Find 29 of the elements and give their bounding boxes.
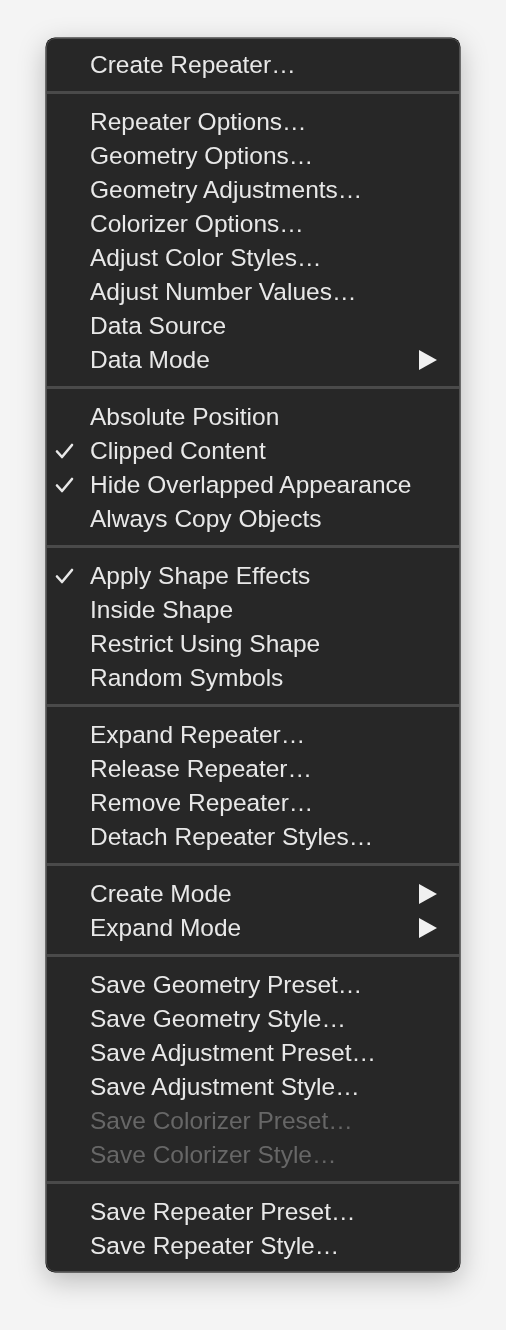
menu-item[interactable]: Geometry Adjustments… [47,173,459,207]
menu-item[interactable]: Absolute Position [47,400,459,434]
menu-item[interactable]: Create Mode [47,877,459,911]
menu-item[interactable]: Colorizer Options… [47,207,459,241]
menu-item[interactable]: Expand Repeater… [47,718,459,752]
menu-item[interactable]: Restrict Using Shape [47,627,459,661]
menu-item[interactable]: Apply Shape Effects [47,559,459,593]
menu-item[interactable]: Hide Overlapped Appearance [47,468,459,502]
menu-item[interactable]: Save Repeater Style… [47,1229,459,1263]
menu-item[interactable]: Data Mode [47,343,459,377]
menu-item[interactable]: Random Symbols [47,661,459,695]
menu-item[interactable]: Adjust Number Values… [47,275,459,309]
menu-item[interactable]: Release Repeater… [47,752,459,786]
menu-item[interactable]: Always Copy Objects [47,502,459,536]
menu-item[interactable]: Remove Repeater… [47,786,459,820]
menu-item[interactable]: Detach Repeater Styles… [47,820,459,854]
menu-item[interactable]: Inside Shape [47,593,459,627]
menu-item[interactable]: Save Geometry Preset… [47,968,459,1002]
menu-item[interactable]: Repeater Options… [47,105,459,139]
menu-item[interactable]: Geometry Options… [47,139,459,173]
menu-item[interactable]: Save Repeater Preset… [47,1195,459,1229]
menu-item[interactable]: Save Adjustment Style… [47,1070,459,1104]
menu-item[interactable]: Expand Mode [47,911,459,945]
menu-item[interactable]: Create Repeater… [47,48,459,82]
menu-item[interactable]: Clipped Content [47,434,459,468]
menu-item[interactable]: Adjust Color Styles… [47,241,459,275]
menu-item[interactable]: Save Adjustment Preset… [47,1036,459,1070]
menu-item[interactable]: Save Geometry Style… [47,1002,459,1036]
menu-item[interactable]: Data Source [47,309,459,343]
